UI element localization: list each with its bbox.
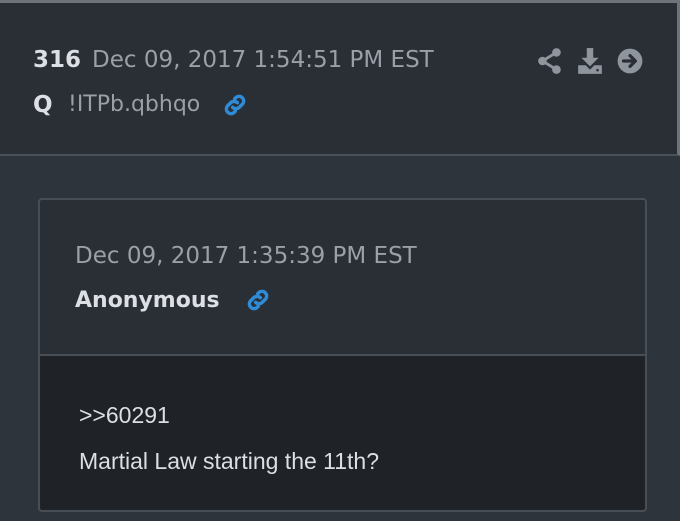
reply-reference[interactable]: >>60291: [79, 402, 170, 429]
post-tripcode: !ITPb.qbhqo: [68, 92, 201, 117]
quoted-post-body: >>60291 Martial Law starting the 11th?: [40, 356, 645, 510]
quoted-post: Dec 09, 2017 1:35:39 PM EST Anonymous >>…: [38, 198, 647, 512]
post-header: 316 Dec 09, 2017 1:54:51 PM EST Q !ITPb.…: [0, 0, 680, 156]
arrow-right-circle-icon[interactable]: [617, 47, 643, 75]
post-date: Dec 09, 2017 1:54:51 PM EST: [92, 47, 434, 73]
quoted-post-date: Dec 09, 2017 1:35:39 PM EST: [75, 243, 417, 269]
link-icon[interactable]: [221, 91, 249, 119]
download-icon[interactable]: [577, 47, 603, 75]
post-text: Martial Law starting the 11th?: [79, 448, 380, 474]
post-author: Q: [33, 92, 53, 118]
quoted-post-author: Anonymous: [75, 288, 220, 313]
quoted-post-header: Dec 09, 2017 1:35:39 PM EST Anonymous: [40, 200, 645, 356]
link-icon[interactable]: [244, 286, 272, 314]
share-icon[interactable]: [537, 47, 563, 75]
post-number[interactable]: 316: [33, 47, 81, 73]
